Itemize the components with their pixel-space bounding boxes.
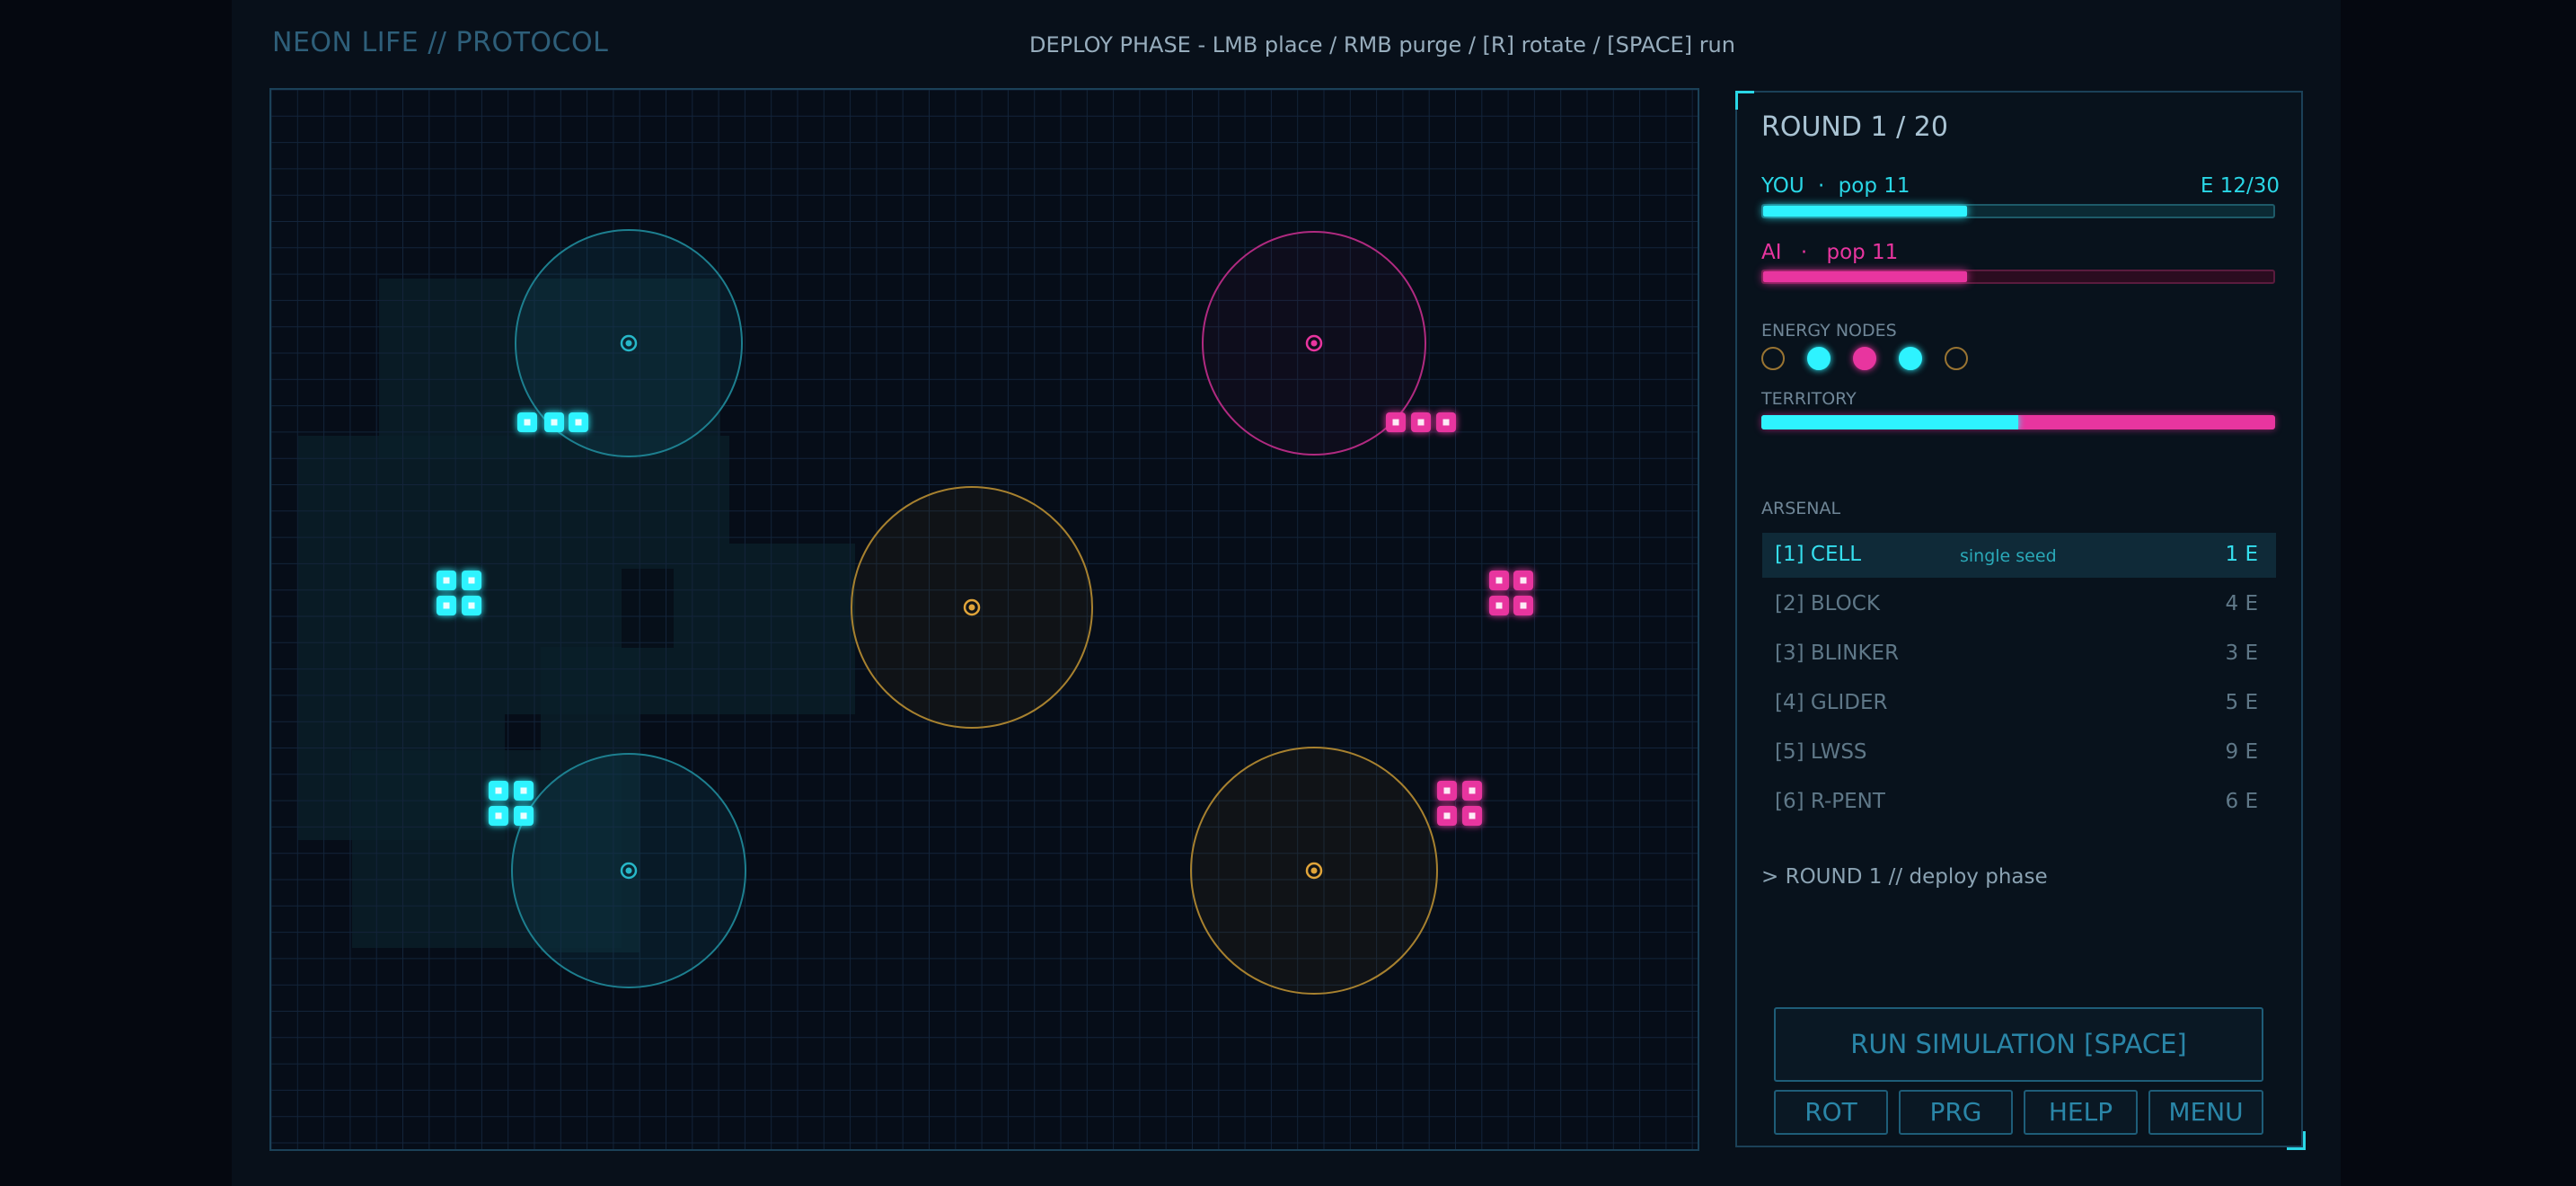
- territory-bar: [1761, 415, 2275, 429]
- energy-node-you: [1899, 347, 1922, 370]
- live-cell-core: [1520, 602, 1527, 609]
- live-cell-core: [468, 577, 475, 584]
- controls-hint: DEPLOY PHASE - LMB place / RMB purge / […: [1029, 32, 1735, 58]
- game-board[interactable]: [269, 88, 1699, 1151]
- player-ai-separator: ·: [1800, 241, 1808, 264]
- arsenal-item[interactable]: [3] BLINKER 3 E: [1762, 632, 2276, 677]
- arsenal-item-cost: 1 E: [2225, 543, 2258, 566]
- arsenal-item-label: [5] LWSS: [1775, 740, 1867, 764]
- arsenal-item[interactable]: [5] LWSS 9 E: [1762, 730, 2276, 775]
- live-cell-core: [443, 602, 450, 609]
- live-cell-core: [1495, 602, 1503, 609]
- run-simulation-button[interactable]: RUN SIMULATION [SPACE]: [1774, 1007, 2263, 1082]
- arsenal-item[interactable]: [1] CELL single seed 1 E: [1762, 533, 2276, 578]
- live-cell-core: [468, 602, 475, 609]
- live-cell-core: [551, 419, 558, 426]
- zone-core-dot: [625, 340, 632, 347]
- arsenal-item-label: [6] R-PENT: [1775, 790, 1885, 813]
- board-canvas[interactable]: [271, 90, 1698, 1149]
- player-you-separator: ·: [1818, 174, 1825, 198]
- round-counter: ROUND 1 / 20: [1761, 111, 1948, 143]
- player-you-bar: [1761, 204, 2275, 218]
- arsenal-item[interactable]: [2] BLOCK 4 E: [1762, 582, 2276, 627]
- player-ai-name: AI: [1761, 241, 1782, 264]
- zone-core-dot: [968, 604, 975, 611]
- live-cell-core: [495, 787, 502, 794]
- energy-node-neutral: [1761, 347, 1785, 370]
- energy-nodes-label: ENERGY NODES: [1761, 321, 1897, 341]
- arsenal-item-label: [3] BLINKER: [1775, 642, 1900, 665]
- player-you-bar-fill: [1763, 206, 1968, 217]
- help-button[interactable]: HELP: [2024, 1090, 2138, 1135]
- live-cell-core: [1392, 419, 1399, 426]
- panel-corner-bottom-right: [2287, 1131, 2306, 1150]
- player-ai-bar: [1761, 270, 2275, 284]
- arsenal-item-label: [4] GLIDER: [1775, 691, 1888, 714]
- arsenal-item-cost: 4 E: [2225, 592, 2258, 615]
- live-cell-core: [1469, 787, 1476, 794]
- arsenal-item-cost: 3 E: [2225, 642, 2258, 665]
- player-you-energy: E 12/30: [2200, 174, 2280, 198]
- live-cell-core: [520, 787, 527, 794]
- territory-bar-you: [1761, 415, 2018, 429]
- event-log: > ROUND 1 // deploy phase: [1761, 865, 2048, 889]
- arsenal-item[interactable]: [6] R-PENT 6 E: [1762, 780, 2276, 825]
- energy-node-you: [1807, 347, 1831, 370]
- rotate-button[interactable]: ROT: [1774, 1090, 1888, 1135]
- live-cell-core: [1520, 577, 1527, 584]
- live-cell-core: [575, 419, 582, 426]
- player-ai-pop: pop 11: [1826, 241, 1899, 264]
- arsenal-item-label: [1] CELL: [1775, 543, 1862, 566]
- arsenal-item-cost: 9 E: [2225, 740, 2258, 764]
- player-you-name: YOU: [1761, 174, 1804, 198]
- player-you-status: YOU · pop 11: [1761, 174, 1910, 198]
- zone-core-dot: [625, 867, 632, 874]
- player-you-pop: pop 11: [1838, 174, 1910, 198]
- player-ai-status: AI · pop 11: [1761, 241, 1898, 264]
- live-cell-core: [1443, 812, 1451, 819]
- menu-button[interactable]: MENU: [2148, 1090, 2263, 1135]
- live-cell-core: [1417, 419, 1425, 426]
- live-cell-core: [1469, 812, 1476, 819]
- live-cell-core: [1495, 577, 1503, 584]
- territory-label: TERRITORY: [1761, 389, 1857, 409]
- live-cell-core: [1442, 419, 1450, 426]
- live-cell-core: [443, 577, 450, 584]
- energy-node-neutral: [1945, 347, 1968, 370]
- zone-core-dot: [1310, 340, 1318, 347]
- arsenal-item-label: [2] BLOCK: [1775, 592, 1880, 615]
- zone-core-dot: [1310, 867, 1318, 874]
- live-cell-core: [524, 419, 531, 426]
- panel-corner-top-left: [1735, 91, 1754, 110]
- arsenal-item[interactable]: [4] GLIDER 5 E: [1762, 681, 2276, 726]
- game-title: NEON LIFE // PROTOCOL: [272, 27, 609, 58]
- energy-node-ai: [1853, 347, 1876, 370]
- live-cell-core: [1443, 787, 1451, 794]
- purge-button[interactable]: PRG: [1899, 1090, 2013, 1135]
- arsenal-item-cost: 5 E: [2225, 691, 2258, 714]
- arsenal-item-desc: single seed: [1960, 546, 2057, 566]
- live-cell-core: [520, 812, 527, 819]
- territory-you-region: [298, 436, 729, 544]
- arsenal-item-cost: 6 E: [2225, 790, 2258, 813]
- arsenal-label: ARSENAL: [1761, 499, 1841, 518]
- live-cell-core: [495, 812, 502, 819]
- player-ai-bar-fill: [1763, 271, 1968, 282]
